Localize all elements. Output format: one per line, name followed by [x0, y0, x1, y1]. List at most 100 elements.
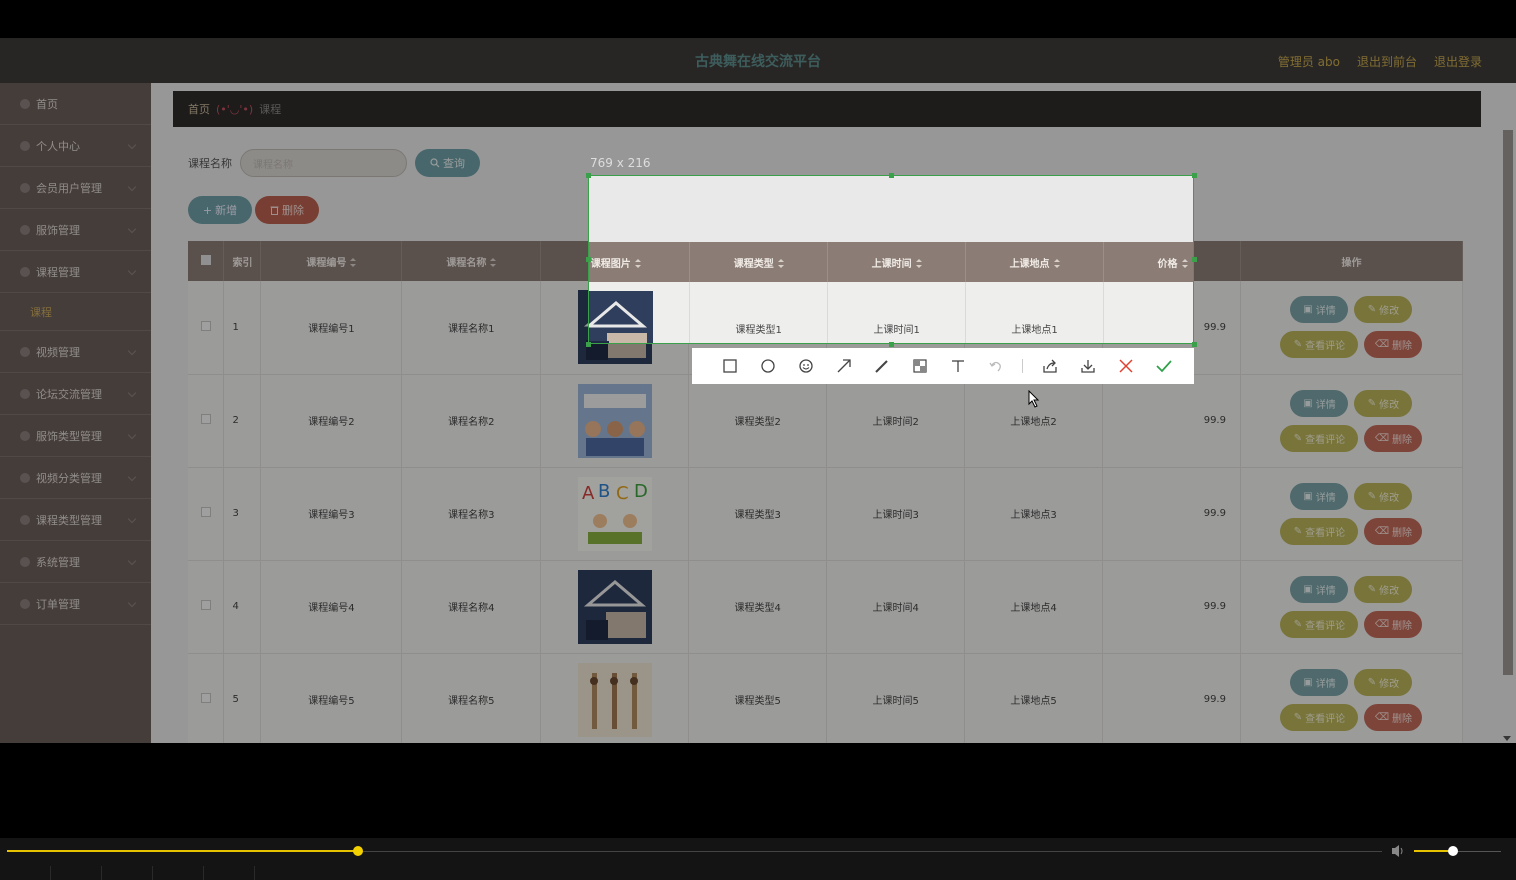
undo-icon[interactable]: [984, 355, 1007, 378]
row-select-cell[interactable]: [188, 560, 225, 654]
edit-button[interactable]: ✎ 修改: [1354, 482, 1413, 510]
logout-link[interactable]: 退出登录: [1434, 53, 1482, 70]
header-name[interactable]: 课程名称: [401, 241, 542, 281]
sort-icon[interactable]: [490, 258, 497, 267]
pen-tool-icon[interactable]: [870, 355, 893, 378]
detail-button[interactable]: ▣ 详情: [1290, 575, 1349, 603]
taskbar-slot[interactable]: [0, 866, 51, 880]
sidebar-item[interactable]: 服饰管理: [0, 209, 151, 251]
resize-handle-ne[interactable]: [1192, 173, 1197, 178]
edit-button[interactable]: ✎ 修改: [1354, 296, 1413, 324]
rectangle-tool-icon[interactable]: [718, 355, 741, 378]
arrow-tool-icon[interactable]: [832, 355, 855, 378]
delete-button[interactable]: ⌫ 删除: [1364, 424, 1423, 452]
header-place[interactable]: 上课地点: [965, 242, 1105, 282]
ellipse-tool-icon[interactable]: [756, 355, 779, 378]
delete-button[interactable]: ⌫ 删除: [1364, 331, 1423, 359]
sidebar-item[interactable]: 课程管理: [0, 251, 151, 293]
sort-icon[interactable]: [777, 259, 784, 268]
volume-handle[interactable]: [1448, 846, 1459, 856]
plus-icon: +: [202, 203, 213, 217]
edit-button[interactable]: ✎ 修改: [1354, 668, 1413, 696]
row-checkbox[interactable]: [200, 414, 211, 424]
sidebar-item[interactable]: 视频管理: [0, 331, 151, 373]
delete-button[interactable]: ⌫ 删除: [1364, 610, 1423, 638]
mosaic-tool-icon[interactable]: [908, 355, 931, 378]
sort-icon[interactable]: [350, 258, 357, 267]
taskbar-slot[interactable]: [204, 866, 255, 880]
sort-icon[interactable]: [915, 259, 922, 268]
seek-handle[interactable]: [352, 846, 363, 856]
detail-button[interactable]: ▣ 详情: [1290, 296, 1349, 324]
row-select-cell[interactable]: [188, 467, 225, 561]
sort-icon[interactable]: [1053, 259, 1060, 268]
edit-button[interactable]: ✎ 修改: [1354, 389, 1413, 417]
row-select-cell[interactable]: [188, 281, 225, 375]
select-all-checkbox[interactable]: [200, 254, 211, 265]
row-checkbox[interactable]: [200, 693, 211, 703]
sidebar-subitem-course[interactable]: 课程: [0, 293, 151, 331]
detail-button[interactable]: ▣ 详情: [1290, 668, 1349, 696]
detail-button[interactable]: ▣ 详情: [1290, 389, 1349, 417]
resize-handle-e[interactable]: [1192, 257, 1197, 262]
delete-button[interactable]: ⌫ 删除: [1364, 703, 1423, 731]
row-checkbox[interactable]: [200, 507, 211, 517]
view-comments-button[interactable]: ✎ 查看评论: [1280, 517, 1359, 545]
row-select-cell[interactable]: [188, 374, 225, 468]
go-frontend-link[interactable]: 退出到前台: [1357, 53, 1417, 70]
taskbar-slot[interactable]: [51, 866, 102, 880]
emoji-tool-icon[interactable]: [794, 355, 817, 378]
edit-button[interactable]: ✎ 修改: [1354, 575, 1413, 603]
cancel-icon[interactable]: [1114, 355, 1137, 378]
sidebar-item[interactable]: 系统管理: [0, 541, 151, 583]
header-type[interactable]: 课程类型: [689, 242, 829, 282]
resize-handle-n[interactable]: [889, 173, 894, 178]
breadcrumb-home[interactable]: 首页: [188, 101, 210, 117]
page-scrollbar[interactable]: [1503, 130, 1513, 675]
admin-user-link[interactable]: 管理员 abo: [1278, 53, 1340, 70]
sidebar-item[interactable]: 服饰类型管理: [0, 415, 151, 457]
header-time[interactable]: 上课时间: [827, 242, 967, 282]
bulk-delete-button[interactable]: 删除: [255, 196, 319, 224]
view-comments-button[interactable]: ✎ 查看评论: [1280, 703, 1359, 731]
taskbar-slot[interactable]: [153, 866, 204, 880]
sort-icon[interactable]: [634, 259, 641, 268]
sidebar-item[interactable]: 订单管理: [0, 583, 151, 625]
header-image[interactable]: 课程图片: [589, 242, 691, 282]
resize-handle-se[interactable]: [1192, 342, 1197, 347]
resize-handle-nw[interactable]: [586, 173, 591, 178]
view-comments-button[interactable]: ✎ 查看评论: [1280, 331, 1359, 359]
volume-icon[interactable]: [1391, 844, 1407, 858]
scroll-down-icon[interactable]: [1503, 736, 1511, 741]
row-checkbox[interactable]: [200, 600, 211, 610]
header-code[interactable]: 课程编号: [260, 241, 403, 281]
sidebar-item[interactable]: 论坛交流管理: [0, 373, 151, 415]
view-comments-button[interactable]: ✎ 查看评论: [1280, 424, 1359, 452]
row-checkbox[interactable]: [200, 320, 211, 331]
sidebar-item[interactable]: 视频分类管理: [0, 457, 151, 499]
resize-handle-w[interactable]: [586, 257, 591, 262]
sidebar-item[interactable]: 课程类型管理: [0, 499, 151, 541]
capture-selection[interactable]: 古典舞在线交流平台 管理员 abo 退出到前台 退出登录 首页个人中心会员用户管…: [588, 175, 1194, 344]
detail-button[interactable]: ▣ 详情: [1290, 482, 1349, 510]
select-all-header[interactable]: [188, 241, 225, 281]
add-button[interactable]: + 新增: [188, 196, 252, 224]
resize-handle-s[interactable]: [889, 342, 894, 347]
resize-handle-sw[interactable]: [586, 342, 591, 347]
share-icon[interactable]: [1038, 355, 1061, 378]
row-select-cell[interactable]: [188, 653, 225, 743]
sort-icon[interactable]: [1181, 259, 1188, 268]
delete-button[interactable]: ⌫ 删除: [1364, 517, 1423, 545]
download-icon[interactable]: [1076, 355, 1099, 378]
sidebar-item[interactable]: 首页: [0, 83, 151, 125]
course-name-input[interactable]: 课程名称: [240, 149, 407, 177]
text-tool-icon[interactable]: [946, 355, 969, 378]
menu-icon: [20, 140, 30, 151]
header-price[interactable]: 价格: [1103, 242, 1193, 282]
sidebar-item[interactable]: 会员用户管理: [0, 167, 151, 209]
view-comments-button[interactable]: ✎ 查看评论: [1280, 610, 1359, 638]
confirm-icon[interactable]: [1152, 355, 1175, 378]
query-button[interactable]: 查询: [415, 149, 480, 177]
sidebar-item[interactable]: 个人中心: [0, 125, 151, 167]
taskbar-slot[interactable]: [102, 866, 153, 880]
